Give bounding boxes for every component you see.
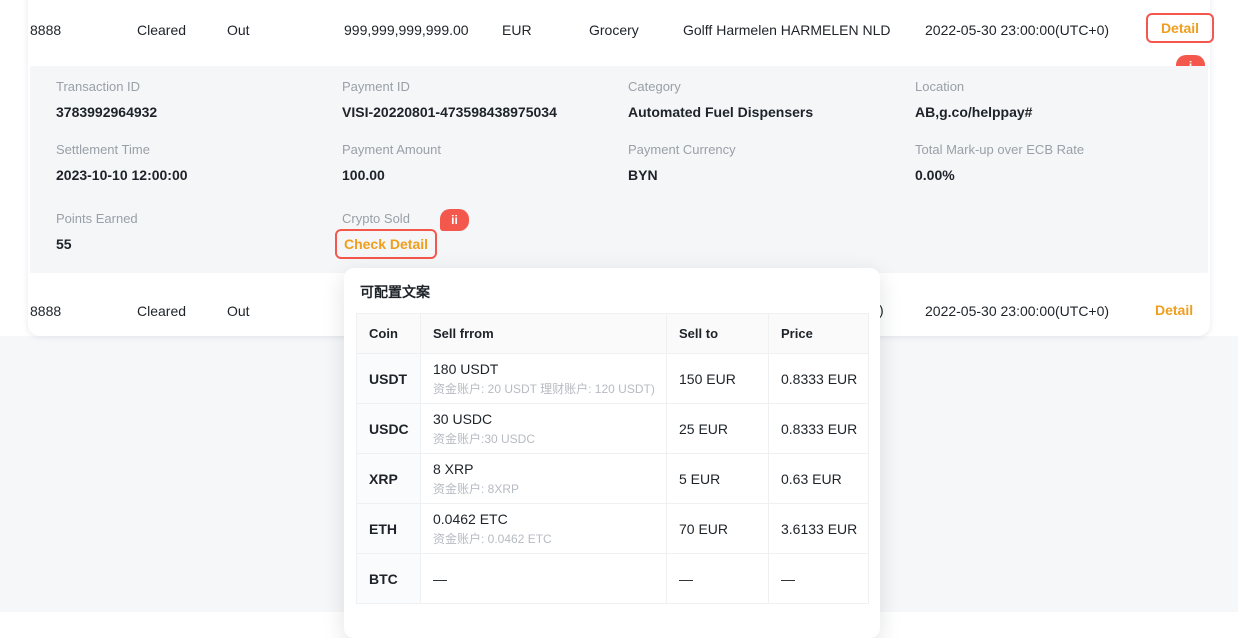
detail-link[interactable]: Detail	[1155, 302, 1193, 318]
price-cell: —	[769, 554, 869, 604]
txn-status-cell: Cleared	[137, 21, 186, 39]
field-transaction-id: Transaction ID 3783992964932	[56, 79, 157, 121]
sell-from-cell: 30 USDC 资金账户:30 USDC	[421, 404, 667, 454]
field-value: AB,g.co/helppay#	[915, 103, 1032, 121]
sell-from-cell: 0.0462 ETC 资金账户: 0.0462 ETC	[421, 504, 667, 554]
check-detail-link[interactable]: Check Detail	[344, 236, 428, 252]
crypto-sold-popup: 可配置文案 Coin Sell frrom Sell to Price USDT…	[344, 268, 880, 638]
field-payment-currency: Payment Currency BYN	[628, 142, 736, 184]
sell-from-cell: 8 XRP 资金账户: 8XRP	[421, 454, 667, 504]
col-header-price: Price	[769, 314, 869, 354]
sell-from-main: 0.0462 ETC	[433, 511, 508, 527]
coin-cell: USDC	[357, 404, 421, 454]
txn-category-cell: Grocery	[589, 21, 639, 39]
popup-title: 可配置文案	[360, 282, 868, 302]
txn-id-cell: 8888	[30, 302, 61, 320]
sell-from-main: 180 USDT	[433, 361, 498, 377]
field-payment-id: Payment ID VISI-20220801-473598438975034	[342, 79, 557, 121]
sell-to-cell: 25 EUR	[667, 404, 769, 454]
table-row: USDT 180 USDT 资金账户: 20 USDT 理财账户: 120 US…	[357, 354, 869, 404]
field-value: 3783992964932	[56, 103, 157, 121]
col-header-sell-from: Sell frrom	[421, 314, 667, 354]
crypto-sold-table: Coin Sell frrom Sell to Price USDT 180 U…	[356, 313, 869, 604]
sell-from-main: —	[433, 571, 447, 587]
annotation-marker-ii: ii	[440, 209, 469, 231]
price-cell: 3.6133 EUR	[769, 504, 869, 554]
table-row: BTC — — —	[357, 554, 869, 604]
txn-currency-cell: EUR	[502, 21, 532, 39]
sell-to-cell: 70 EUR	[667, 504, 769, 554]
coin-cell: XRP	[357, 454, 421, 504]
field-crypto-sold: Crypto Sold	[342, 211, 410, 227]
field-payment-amount: Payment Amount 100.00	[342, 142, 441, 184]
field-value: Automated Fuel Dispensers	[628, 103, 813, 121]
field-label: Points Earned	[56, 211, 138, 227]
field-label: Payment ID	[342, 79, 557, 95]
detail-link[interactable]: Detail	[1161, 20, 1199, 36]
sell-from-cell: 180 USDT 资金账户: 20 USDT 理财账户: 120 USDT)	[421, 354, 667, 404]
txn-merchant-cell: Golff Harmelen HARMELEN NLD	[683, 21, 890, 39]
table-row: ETH 0.0462 ETC 资金账户: 0.0462 ETC 70 EUR 3…	[357, 504, 869, 554]
sell-from-sub: 资金账户: 20 USDT 理财账户: 120 USDT)	[433, 380, 666, 397]
field-category: Category Automated Fuel Dispensers	[628, 79, 813, 121]
table-header-row: Coin Sell frrom Sell to Price	[357, 314, 869, 354]
field-value: 55	[56, 235, 138, 253]
field-label: Payment Currency	[628, 142, 736, 158]
sell-from-sub: 资金账户: 0.0462 ETC	[433, 530, 666, 547]
field-label: Transaction ID	[56, 79, 157, 95]
field-label: Crypto Sold	[342, 211, 410, 227]
detail-link-annotation-box: Detail	[1146, 13, 1214, 43]
field-label: Location	[915, 79, 1032, 95]
field-label: Settlement Time	[56, 142, 188, 158]
field-value: 100.00	[342, 166, 441, 184]
field-location: Location AB,g.co/helppay#	[915, 79, 1032, 121]
sell-to-cell: 5 EUR	[667, 454, 769, 504]
sell-from-main: 30 USDC	[433, 411, 492, 427]
txn-direction-cell: Out	[227, 21, 250, 39]
field-settlement-time: Settlement Time 2023-10-10 12:00:00	[56, 142, 188, 184]
check-detail-annotation-box: Check Detail	[335, 229, 437, 259]
txn-time-cell: 2022-05-30 23:00:00(UTC+0)	[925, 302, 1109, 320]
field-value: 2023-10-10 12:00:00	[56, 166, 188, 184]
txn-direction-cell: Out	[227, 302, 250, 320]
sell-from-sub: 资金账户:30 USDC	[433, 430, 666, 447]
field-points-earned: Points Earned 55	[56, 211, 138, 253]
field-label: Category	[628, 79, 813, 95]
sell-to-cell: —	[667, 554, 769, 604]
coin-cell: BTC	[357, 554, 421, 604]
field-value: VISI-20220801-473598438975034	[342, 103, 557, 121]
sell-to-cell: 150 EUR	[667, 354, 769, 404]
coin-cell: USDT	[357, 354, 421, 404]
col-header-sell-to: Sell to	[667, 314, 769, 354]
table-row: USDC 30 USDC 资金账户:30 USDC 25 EUR 0.8333 …	[357, 404, 869, 454]
txn-status-cell: Cleared	[137, 302, 186, 320]
price-cell: 0.63 EUR	[769, 454, 869, 504]
field-value: BYN	[628, 166, 736, 184]
price-cell: 0.8333 EUR	[769, 404, 869, 454]
field-label: Payment Amount	[342, 142, 441, 158]
field-value: 0.00%	[915, 166, 1084, 184]
txn-time-cell: 2022-05-30 23:00:00(UTC+0)	[925, 21, 1109, 39]
coin-cell: ETH	[357, 504, 421, 554]
txn-id-cell: 8888	[30, 21, 61, 39]
sell-from-main: 8 XRP	[433, 461, 473, 477]
col-header-coin: Coin	[357, 314, 421, 354]
table-row: XRP 8 XRP 资金账户: 8XRP 5 EUR 0.63 EUR	[357, 454, 869, 504]
sell-from-cell: —	[421, 554, 667, 604]
sell-from-sub: 资金账户: 8XRP	[433, 480, 666, 497]
field-label: Total Mark-up over ECB Rate	[915, 142, 1084, 158]
price-cell: 0.8333 EUR	[769, 354, 869, 404]
field-markup-rate: Total Mark-up over ECB Rate 0.00%	[915, 142, 1084, 184]
txn-amount-cell: 999,999,999,999.00	[344, 21, 469, 39]
